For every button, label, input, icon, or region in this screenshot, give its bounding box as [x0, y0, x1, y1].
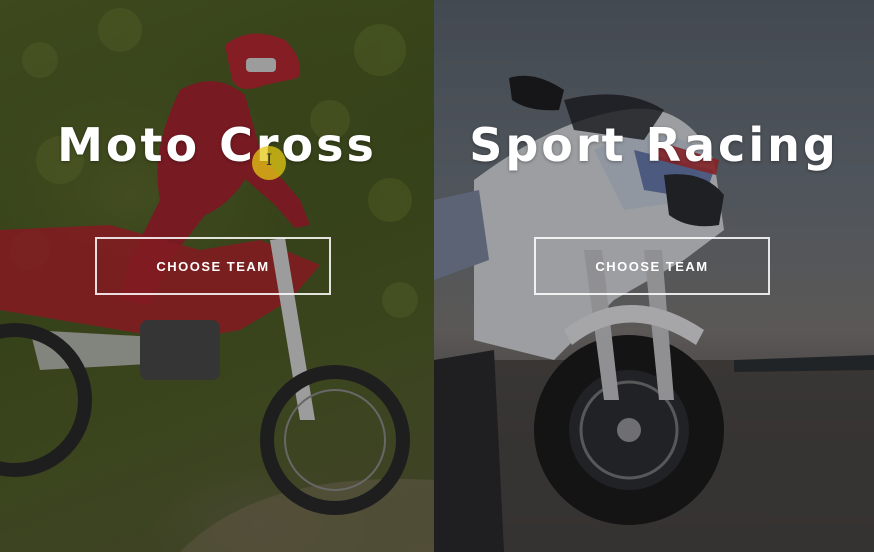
panel-sport-racing[interactable]: Sport Racing CHOOSE TEAM: [434, 0, 874, 552]
panel-moto-cross[interactable]: Moto Cross CHOOSE TEAM I: [0, 0, 434, 552]
team-selector: Moto Cross CHOOSE TEAM I Sport Racing CH…: [0, 0, 874, 552]
panel-title: Moto Cross: [57, 118, 377, 172]
choose-team-button[interactable]: CHOOSE TEAM: [95, 237, 331, 295]
panel-title: Sport Racing: [469, 118, 839, 172]
choose-team-button[interactable]: CHOOSE TEAM: [534, 237, 770, 295]
text-cursor-icon: I: [266, 150, 273, 169]
